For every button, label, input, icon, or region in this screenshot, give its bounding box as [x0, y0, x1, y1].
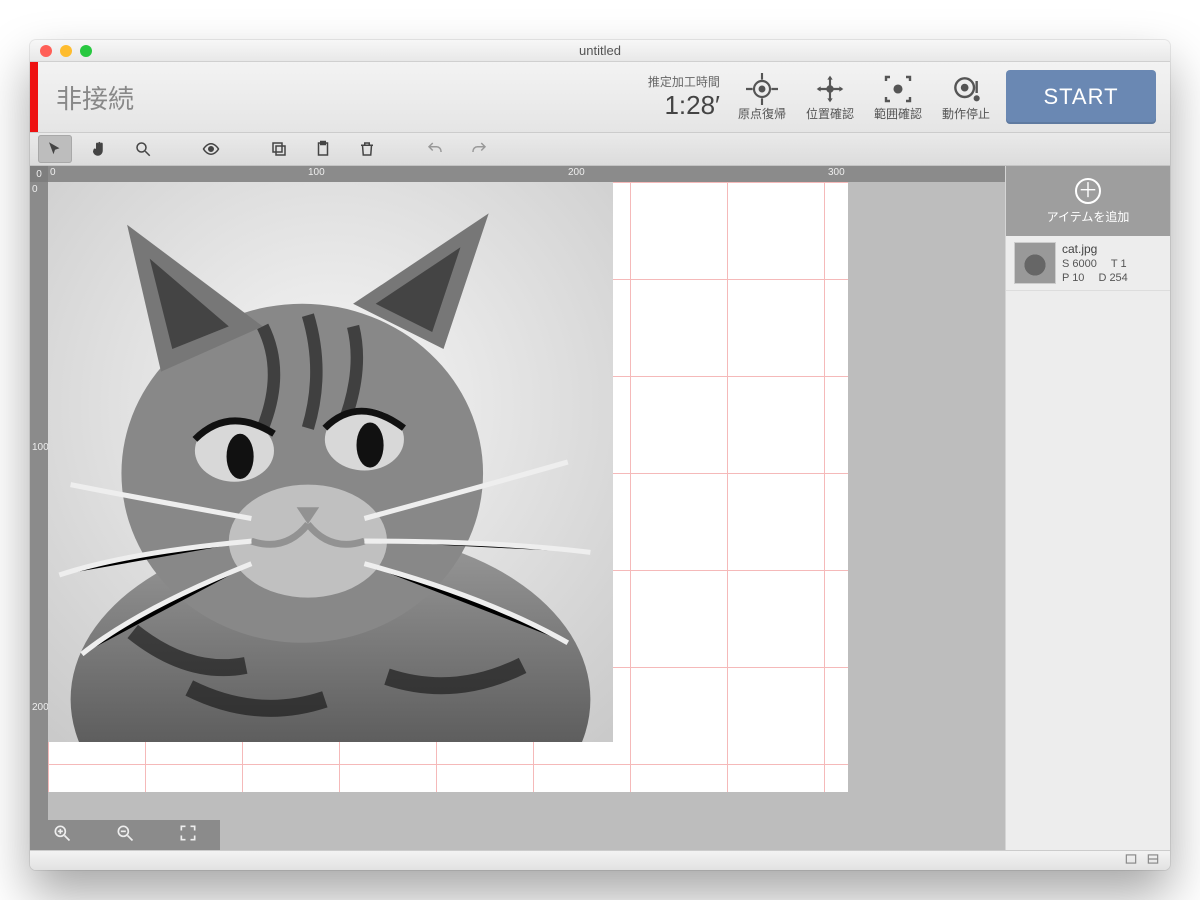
ruler-tick: 100 — [308, 167, 325, 178]
header-bar: 非接続 推定加工時間 1:28′ 原点復帰 位置確認 範囲確認 動作停止 — [30, 62, 1170, 132]
check-position-label: 位置確認 — [806, 105, 854, 122]
plus-icon: ＋ — [1075, 178, 1101, 204]
move-icon — [814, 73, 846, 105]
stop-motion-label: 動作停止 — [942, 105, 990, 122]
statusbar — [30, 850, 1170, 870]
ruler-horizontal: 0 100 200 300 — [48, 166, 1005, 182]
start-button[interactable]: START — [1006, 70, 1156, 124]
clipboard-icon — [314, 140, 332, 158]
copy-button[interactable] — [262, 135, 296, 163]
layout-split-icon — [1146, 852, 1160, 866]
hand-icon — [90, 140, 108, 158]
window-title: untitled — [30, 43, 1170, 58]
item-param-t: T 1 — [1111, 258, 1127, 270]
select-tool[interactable] — [38, 135, 72, 163]
delete-button[interactable] — [350, 135, 384, 163]
pointer-icon — [46, 140, 64, 158]
return-origin-label: 原点復帰 — [738, 105, 786, 122]
app-window: untitled 非接続 推定加工時間 1:28′ 原点復帰 位置確認 範囲確認 — [30, 40, 1170, 870]
time-value: 1:28′ — [648, 90, 720, 121]
check-position-button[interactable]: 位置確認 — [806, 73, 854, 122]
bounds-icon — [882, 73, 914, 105]
check-range-button[interactable]: 範囲確認 — [874, 73, 922, 122]
stop-alert-icon — [950, 73, 982, 105]
add-item-label: アイテムを追加 — [1047, 208, 1130, 225]
undo-icon — [426, 140, 444, 158]
canvas-area[interactable]: 0 0 100 200 300 0 100 200 — [30, 166, 1005, 850]
zoom-tool[interactable] — [126, 135, 160, 163]
redo-icon — [470, 140, 488, 158]
ruler-tick: 200 — [32, 702, 49, 713]
stop-motion-button[interactable]: 動作停止 — [942, 73, 990, 122]
time-label: 推定加工時間 — [648, 73, 720, 90]
toolbar — [30, 132, 1170, 166]
zoom-in-icon — [52, 823, 72, 843]
zoom-bar — [30, 820, 220, 850]
item-thumbnail — [1014, 242, 1056, 284]
paste-button[interactable] — [306, 135, 340, 163]
item-filename: cat.jpg — [1062, 242, 1162, 256]
fit-screen-button[interactable] — [178, 823, 198, 848]
cat-image-content — [48, 182, 613, 742]
return-origin-button[interactable]: 原点復帰 — [738, 73, 786, 122]
ruler-vertical: 0 100 200 — [30, 182, 48, 850]
undo-button[interactable] — [418, 135, 452, 163]
ruler-tick: 0 — [32, 184, 38, 195]
ruler-tick: 300 — [828, 167, 845, 178]
ruler-tick: 200 — [568, 167, 585, 178]
trash-icon — [358, 140, 376, 158]
item-param-s: S 6000 — [1062, 258, 1097, 270]
layout-single-button[interactable] — [1124, 852, 1138, 869]
item-param-p: P 10 — [1062, 272, 1084, 284]
copy-icon — [270, 140, 288, 158]
layout-single-icon — [1124, 852, 1138, 866]
check-range-label: 範囲確認 — [874, 105, 922, 122]
item-param-d: D 254 — [1098, 272, 1127, 284]
crosshair-icon — [746, 73, 778, 105]
time-block: 推定加工時間 1:28′ — [648, 73, 720, 121]
connection-status: 非接続 — [56, 79, 134, 116]
pan-tool[interactable] — [82, 135, 116, 163]
ruler-origin: 0 — [30, 166, 48, 182]
zoom-out-icon — [115, 823, 135, 843]
zoom-out-button[interactable] — [115, 823, 135, 848]
workarea[interactable] — [48, 182, 1005, 850]
visibility-toggle[interactable] — [194, 135, 228, 163]
sidebar: ＋ アイテムを追加 cat.jpg S 6000 T 1 P 10 D 254 — [1005, 166, 1170, 850]
add-item-button[interactable]: ＋ アイテムを追加 — [1006, 166, 1170, 236]
main-body: 0 0 100 200 300 0 100 200 — [30, 166, 1170, 850]
magnifier-icon — [134, 140, 152, 158]
zoom-in-button[interactable] — [52, 823, 72, 848]
connection-indicator — [30, 62, 38, 132]
item-row[interactable]: cat.jpg S 6000 T 1 P 10 D 254 — [1006, 236, 1170, 291]
eye-icon — [202, 140, 220, 158]
item-info: cat.jpg S 6000 T 1 P 10 D 254 — [1062, 242, 1162, 284]
titlebar: untitled — [30, 40, 1170, 62]
layout-split-button[interactable] — [1146, 852, 1160, 869]
expand-icon — [178, 823, 198, 843]
start-label: START — [1043, 84, 1118, 110]
ruler-tick: 100 — [32, 442, 49, 453]
placed-image[interactable] — [48, 182, 613, 742]
redo-button[interactable] — [462, 135, 496, 163]
ruler-tick: 0 — [50, 167, 56, 178]
